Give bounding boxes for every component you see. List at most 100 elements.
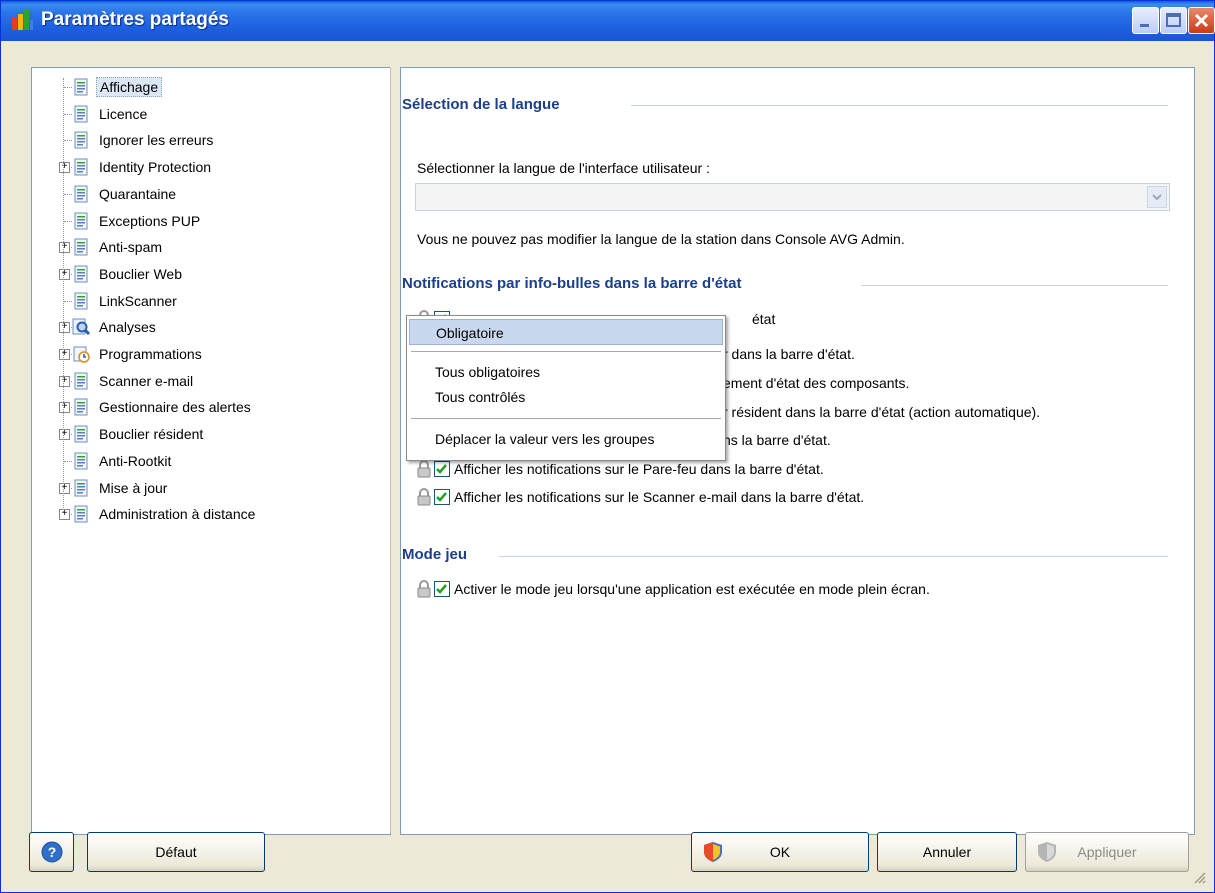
menu-item-tous-obligatoires[interactable]: Tous obligatoires <box>409 359 723 385</box>
settings-page-icon <box>72 131 90 149</box>
tree-item-label: Scanner e-mail <box>99 372 194 389</box>
maximize-button[interactable] <box>1160 7 1187 34</box>
language-combo[interactable] <box>415 183 1170 211</box>
tree-item[interactable]: Programmations <box>72 343 205 365</box>
section-divider <box>861 285 1168 286</box>
notification-checkbox[interactable] <box>434 461 450 477</box>
tree-item[interactable]: Bouclier résident <box>72 423 206 445</box>
notification-label: ns la barre d'état. <box>723 432 831 448</box>
expand-toggle[interactable]: + <box>59 402 70 414</box>
tree-item-label: Ignorer les erreurs <box>99 132 214 149</box>
language-section-title: Sélection de la langue <box>402 96 570 113</box>
magnifier-icon <box>72 318 91 336</box>
resize-grip-icon[interactable] <box>1192 870 1206 884</box>
checkmark-icon <box>436 492 447 502</box>
lock-icon <box>417 460 431 478</box>
settings-page-icon <box>72 185 90 203</box>
combo-dropdown-button[interactable] <box>1147 186 1167 208</box>
notification-checkbox[interactable] <box>434 489 450 505</box>
language-label: Sélectionner la langue de l'interface ut… <box>417 160 710 176</box>
close-button[interactable] <box>1188 7 1215 34</box>
tree-connector <box>64 193 72 195</box>
tree-item[interactable]: Analyses <box>72 316 159 338</box>
tree-item-label: Bouclier Web <box>99 265 183 282</box>
settings-page-icon <box>72 212 90 230</box>
apply-button[interactable]: Appliquer <box>1025 832 1189 872</box>
tree-item-label: Administration à distance <box>99 506 256 523</box>
expand-toggle[interactable]: + <box>59 429 70 441</box>
tree-item[interactable]: Affichage <box>72 76 163 98</box>
tree-item[interactable]: Administration à distance <box>72 503 258 525</box>
notification-label: r résident dans la barre d'état (action … <box>723 404 1041 420</box>
window-title: Paramètres partagés <box>41 9 229 30</box>
tree-item[interactable]: Licence <box>72 103 150 125</box>
tree-item[interactable]: Anti-spam <box>72 236 165 258</box>
ok-button[interactable]: OK <box>691 832 869 872</box>
expand-toggle[interactable]: + <box>59 162 70 174</box>
notification-label: Afficher les notifications sur le Pare-f… <box>454 461 824 477</box>
tree-item[interactable]: Exceptions PUP <box>72 210 203 232</box>
tree-item-label: Identity Protection <box>99 159 212 176</box>
context-menu: Obligatoire Tous obligatoires Tous contr… <box>406 315 726 461</box>
tree-connector <box>64 113 72 115</box>
tree-item-label: LinkScanner <box>99 292 177 309</box>
settings-page-icon <box>72 372 90 390</box>
tree-item[interactable]: Ignorer les erreurs <box>72 129 216 151</box>
expand-toggle[interactable]: + <box>59 242 70 254</box>
minimize-button[interactable] <box>1132 7 1159 34</box>
settings-page-icon <box>72 265 90 283</box>
default-button[interactable]: Défaut <box>87 832 265 872</box>
settings-page-icon <box>72 452 90 470</box>
tree-item[interactable]: Quarantaine <box>72 183 179 205</box>
tree-item[interactable]: LinkScanner <box>72 290 180 312</box>
menu-item-obligatoire[interactable]: Obligatoire <box>409 319 723 345</box>
help-button[interactable]: ? <box>29 832 74 872</box>
settings-page-icon <box>72 78 90 96</box>
tree-item[interactable]: Anti-Rootkit <box>72 450 174 472</box>
title-bar[interactable]: Paramètres partagés <box>1 1 1215 41</box>
lock-icon <box>417 580 431 598</box>
menu-item-tous-controles[interactable]: Tous contrôlés <box>409 384 723 410</box>
tree-connector <box>64 460 72 462</box>
settings-tree[interactable]: Affichage Licence Ignorer les erreurs + Iden… <box>31 67 391 835</box>
tree-item[interactable]: Gestionnaire des alertes <box>72 396 254 418</box>
tree-item-label: Gestionnaire des alertes <box>99 399 251 416</box>
game-mode-option[interactable]: Activer le mode jeu lorsqu'une applicati… <box>417 579 930 599</box>
game-section-title: Mode jeu <box>402 546 478 563</box>
maximize-icon <box>1166 13 1181 27</box>
tree-item[interactable]: Mise à jour <box>72 477 170 499</box>
checkmark-icon <box>436 464 447 474</box>
svg-text:?: ? <box>47 844 56 860</box>
menu-item-deplacer-valeur[interactable]: Déplacer la valeur vers les groupes <box>409 426 723 452</box>
cancel-button[interactable]: Annuler <box>877 832 1017 872</box>
pane-splitter[interactable] <box>390 67 399 833</box>
tree-item-label: Licence <box>99 105 148 122</box>
expand-toggle[interactable]: + <box>59 509 70 521</box>
tree-item-label: Anti-spam <box>99 239 163 256</box>
expand-toggle[interactable]: + <box>59 349 70 360</box>
tree-item[interactable]: Bouclier Web <box>72 263 185 285</box>
schedule-icon <box>72 345 90 363</box>
game-mode-checkbox[interactable] <box>434 581 450 597</box>
shield-icon <box>704 842 722 862</box>
expand-toggle[interactable]: + <box>59 268 70 280</box>
notification-label: ement d'état des composants. <box>723 375 910 391</box>
expand-toggle[interactable]: + <box>59 322 70 334</box>
checkmark-icon <box>436 584 447 594</box>
tree-item-label: Analyses <box>99 319 156 336</box>
section-divider <box>499 556 1168 557</box>
tree-item[interactable]: Scanner e-mail <box>72 370 196 392</box>
expand-toggle[interactable]: + <box>59 482 70 494</box>
notification-option[interactable]: Afficher les notifications sur le Scanne… <box>417 487 864 507</box>
tree-item[interactable]: Identity Protection <box>72 156 214 178</box>
menu-separator <box>411 418 721 419</box>
notification-option[interactable]: Afficher les notifications sur le Pare-f… <box>417 459 824 479</box>
menu-separator <box>411 351 721 352</box>
close-icon <box>1194 13 1209 28</box>
expand-toggle[interactable]: + <box>59 375 70 387</box>
tree-item-label: Anti-Rootkit <box>99 452 172 469</box>
language-note: Vous ne pouvez pas modifier la langue de… <box>417 231 905 247</box>
tree-connector <box>64 87 72 88</box>
settings-page-icon <box>72 238 90 256</box>
notification-label: r dans la barre d'état. <box>723 346 855 362</box>
